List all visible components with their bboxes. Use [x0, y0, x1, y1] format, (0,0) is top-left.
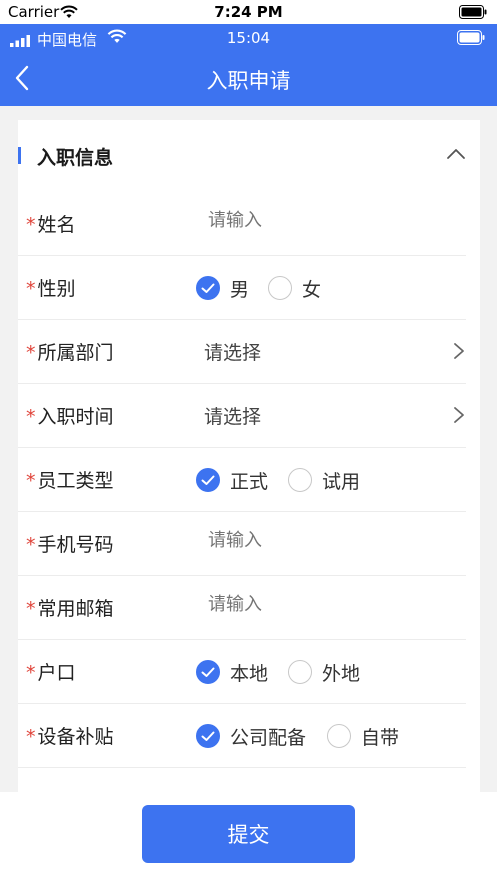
required-mark: *	[26, 662, 36, 684]
entry-time-label-text: 入职时间	[37, 406, 114, 428]
check-icon	[196, 468, 220, 492]
gender-radio-male[interactable]: 男	[196, 274, 249, 302]
battery-icon	[459, 4, 487, 23]
gender-label: * 性别	[26, 274, 76, 301]
check-icon	[196, 724, 220, 748]
simulator-time: 7:24 PM	[214, 3, 283, 21]
required-mark: *	[26, 534, 36, 556]
section-header[interactable]: 入职信息	[18, 120, 480, 192]
check-icon	[196, 660, 220, 684]
gender-option-male: 男	[230, 278, 250, 301]
form-row-entry-time[interactable]: * 入职时间 请选择	[18, 384, 466, 448]
employee-type-radio-trial[interactable]: 试用	[288, 466, 360, 494]
app-status-bar: 中国电信 15:04	[0, 24, 497, 52]
form-row-household: * 户口 本地 外地	[18, 640, 466, 704]
required-mark: *	[26, 214, 36, 236]
department-select[interactable]: 请选择	[204, 338, 261, 365]
device-subsidy-radio-company[interactable]: 公司配备	[196, 722, 306, 750]
simulator-status-bar: Carrier 7:24 PM	[0, 0, 497, 24]
gender-label-text: 性别	[37, 278, 76, 300]
section-accent-bar	[18, 147, 21, 164]
required-mark: *	[26, 342, 36, 364]
device-subsidy-option-own: 自带	[361, 726, 400, 749]
device-subsidy-option-company: 公司配备	[230, 726, 307, 749]
form-card: 入职信息 *姓名 *性别 男 女 *所属部门 请选择 *入职时间 请选择 *员工…	[18, 120, 480, 810]
device-subsidy-label: * 设备补贴	[26, 722, 114, 749]
chevron-up-icon[interactable]	[446, 146, 466, 162]
radio-circle	[327, 724, 351, 748]
email-input[interactable]	[208, 594, 440, 615]
employee-type-label: * 员工类型	[26, 466, 114, 493]
phone-label: * 手机号码	[26, 530, 114, 557]
name-label: * 姓名	[26, 210, 76, 237]
phone-input[interactable]	[208, 530, 440, 551]
chevron-right-icon	[452, 342, 466, 360]
gender-option-female: 女	[302, 278, 322, 301]
entry-time-label: * 入职时间	[26, 402, 114, 429]
email-label: * 常用邮箱	[26, 594, 114, 621]
submit-button[interactable]: 提交	[142, 805, 355, 863]
required-mark: *	[26, 598, 36, 620]
navigation-bar: 入职申请	[0, 52, 497, 106]
radio-circle	[288, 660, 312, 684]
form-row-email: * 常用邮箱	[18, 576, 466, 640]
household-radio-nonlocal[interactable]: 外地	[288, 658, 360, 686]
phone-label-text: 手机号码	[37, 534, 114, 556]
employee-type-radio-formal[interactable]: 正式	[196, 466, 268, 494]
device-subsidy-label-text: 设备补贴	[37, 726, 114, 748]
household-option-local: 本地	[230, 662, 269, 685]
form-row-device-subsidy: * 设备补贴 公司配备 自带	[18, 704, 466, 768]
required-mark: *	[26, 278, 36, 300]
household-label: * 户口	[26, 658, 76, 685]
required-mark: *	[26, 726, 36, 748]
section-title: 入职信息	[37, 147, 114, 169]
form-row-phone: * 手机号码	[18, 512, 466, 576]
name-input[interactable]	[208, 210, 440, 231]
department-label-text: 所属部门	[37, 342, 114, 364]
gender-radio-female[interactable]: 女	[268, 274, 321, 302]
device-subsidy-radio-own[interactable]: 自带	[327, 722, 399, 750]
department-label: * 所属部门	[26, 338, 114, 365]
required-mark: *	[26, 406, 36, 428]
radio-circle	[288, 468, 312, 492]
app-time: 15:04	[226, 29, 271, 47]
employee-type-option-formal: 正式	[230, 470, 269, 493]
household-option-nonlocal: 外地	[322, 662, 361, 685]
required-mark: *	[26, 470, 36, 492]
chevron-right-icon	[452, 406, 466, 424]
battery-icon	[457, 30, 485, 49]
email-label-text: 常用邮箱	[37, 598, 114, 620]
form-row-gender: * 性别 男 女	[18, 256, 466, 320]
radio-circle	[268, 276, 292, 300]
bottom-action-bar: 提交	[0, 792, 497, 883]
check-icon	[196, 276, 220, 300]
form-row-name: * 姓名	[18, 192, 466, 256]
entry-time-select[interactable]: 请选择	[204, 402, 261, 429]
form-row-employee-type: * 员工类型 正式 试用	[18, 448, 466, 512]
page-title: 入职申请	[206, 69, 291, 93]
employee-type-option-trial: 试用	[322, 470, 361, 493]
household-label-text: 户口	[37, 662, 76, 684]
household-radio-local[interactable]: 本地	[196, 658, 268, 686]
employee-type-label-text: 员工类型	[37, 470, 114, 492]
name-label-text: 姓名	[37, 214, 76, 236]
form-row-department[interactable]: * 所属部门 请选择	[18, 320, 466, 384]
